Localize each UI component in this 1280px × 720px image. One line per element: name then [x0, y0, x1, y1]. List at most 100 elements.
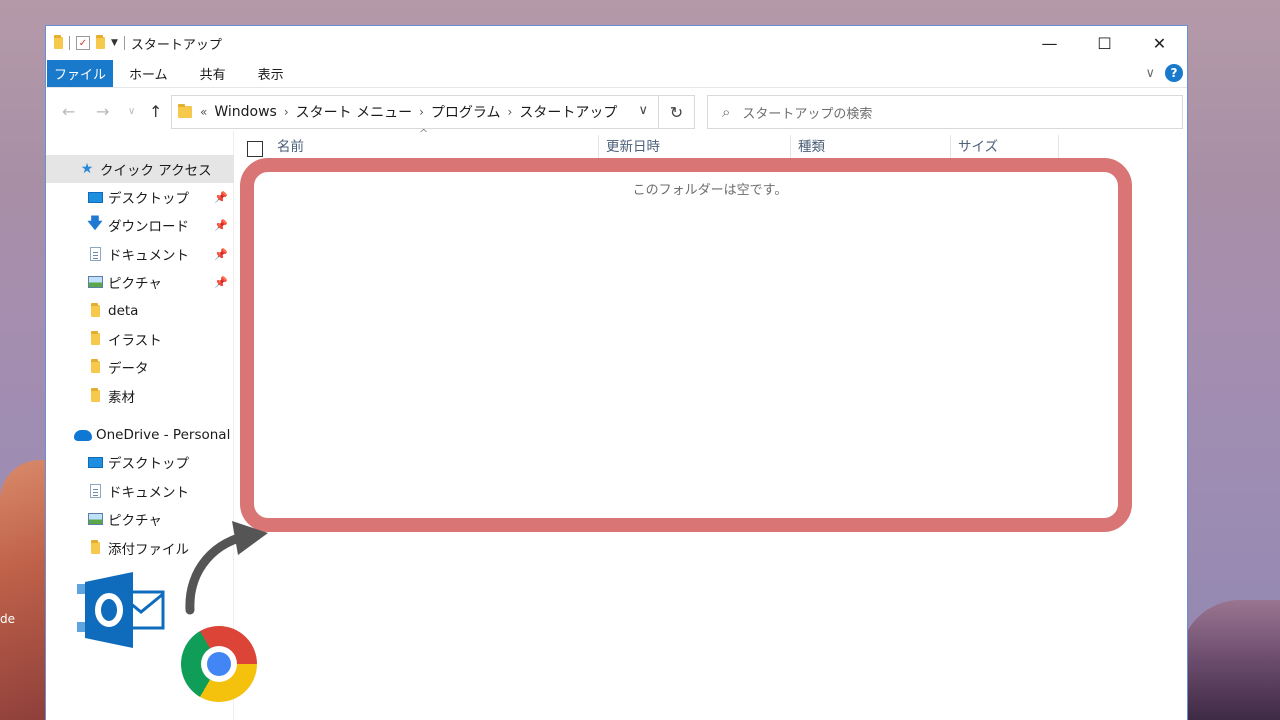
folder-icon — [86, 540, 104, 554]
tab-view[interactable]: 表示 — [242, 60, 300, 87]
close-button[interactable]: ✕ — [1132, 26, 1187, 60]
nav-label: 添付ファイル — [108, 542, 189, 558]
refresh-button[interactable]: ↻ — [659, 95, 695, 129]
picture-icon — [86, 276, 104, 288]
tab-file[interactable]: ファイル — [47, 60, 113, 87]
pin-icon[interactable]: 📌 — [214, 248, 228, 261]
pin-icon[interactable]: 📌 — [214, 219, 228, 232]
address-overflow-icon[interactable]: « — [200, 105, 207, 119]
folder-icon — [178, 104, 192, 118]
nav-item-deta[interactable]: deta — [46, 297, 234, 325]
breadcrumb-start-menu[interactable]: スタート メニュー — [296, 102, 412, 122]
forward-arrow-icon[interactable]: → — [96, 102, 109, 121]
nav-label: デスクトップ — [108, 191, 189, 207]
folder-icon — [86, 331, 104, 345]
star-icon: ★ — [80, 161, 94, 177]
nav-item-pictures[interactable]: ピクチャ 📌 — [46, 268, 234, 296]
select-all-checkbox[interactable] — [247, 141, 263, 157]
column-header-name[interactable]: 名前 — [277, 131, 597, 159]
breadcrumb-windows[interactable]: Windows — [214, 104, 277, 120]
chevron-right-icon[interactable]: › — [419, 105, 424, 119]
ribbon-right-controls: ∨ ? — [1145, 64, 1183, 82]
search-placeholder: スタートアップの検索 — [742, 106, 873, 122]
nav-label: deta — [108, 303, 139, 319]
expand-ribbon-icon[interactable]: ∨ — [1145, 66, 1155, 81]
column-divider[interactable] — [598, 135, 599, 159]
customize-toolbar-icon[interactable]: ▼ — [111, 38, 118, 48]
chevron-right-icon[interactable]: › — [284, 105, 289, 119]
nav-label: 素材 — [108, 390, 135, 406]
ribbon-tabs: ファイル ホーム 共有 表示 ∨ ? — [46, 60, 1187, 88]
column-header-size[interactable]: サイズ — [958, 131, 1058, 159]
nav-label: OneDrive - Personal — [96, 427, 231, 443]
nav-label: ピクチャ — [108, 276, 162, 292]
nav-item-downloads[interactable]: 🡇 ダウンロード 📌 — [46, 211, 234, 239]
window-title: スタートアップ — [130, 37, 222, 53]
minimize-button[interactable]: — — [1022, 26, 1077, 60]
column-divider[interactable] — [790, 135, 791, 159]
desktop-icon-label[interactable]: de — [0, 612, 15, 626]
pin-icon[interactable]: 📌 — [214, 276, 228, 289]
back-arrow-icon[interactable]: ← — [62, 102, 75, 121]
maximize-button[interactable]: ☐ — [1077, 26, 1132, 60]
nav-label: ドキュメント — [108, 248, 189, 264]
nav-label: デスクトップ — [108, 456, 189, 472]
nav-quick-access[interactable]: ★ クイック アクセス — [46, 155, 234, 183]
nav-item-sozai[interactable]: 素材 — [46, 382, 234, 410]
pin-icon[interactable]: 📌 — [214, 191, 228, 204]
nav-label: ダウンロード — [108, 219, 189, 235]
cloud-icon — [74, 429, 92, 441]
nav-onedrive[interactable]: OneDrive - Personal — [46, 421, 234, 449]
search-input[interactable]: ⌕ スタートアップの検索 — [707, 95, 1183, 129]
tab-home[interactable]: ホーム — [113, 60, 184, 87]
address-bar[interactable]: « Windows › スタート メニュー › プログラム › スタートアップ … — [171, 95, 659, 129]
outlook-icon[interactable] — [75, 572, 167, 650]
column-divider[interactable] — [1058, 135, 1059, 159]
desktop-icon — [86, 191, 104, 203]
nav-item-od-desktop[interactable]: デスクトップ — [46, 448, 234, 476]
chrome-icon[interactable] — [181, 626, 257, 702]
folder-icon — [86, 303, 104, 317]
folder-icon — [54, 35, 63, 49]
help-icon[interactable]: ? — [1165, 64, 1183, 82]
refresh-icon: ↻ — [669, 102, 684, 122]
nav-item-desktop[interactable]: デスクトップ 📌 — [46, 183, 234, 211]
curved-arrow-icon — [185, 521, 268, 615]
search-icon: ⌕ — [722, 103, 731, 121]
nav-item-data[interactable]: データ — [46, 353, 234, 381]
highlight-box — [240, 158, 1132, 532]
nav-label: クイック アクセス — [100, 163, 212, 179]
recent-locations-icon[interactable]: ∨ — [128, 106, 135, 117]
breadcrumb-programs[interactable]: プログラム — [431, 102, 501, 122]
desktop-wallpaper-right — [1180, 600, 1280, 720]
nav-label: ピクチャ — [108, 513, 162, 529]
column-header-modified[interactable]: 更新日時 — [606, 131, 786, 159]
document-icon — [86, 247, 104, 261]
properties-icon[interactable]: ✓ — [76, 36, 90, 50]
column-divider[interactable] — [950, 135, 951, 159]
picture-icon — [86, 513, 104, 525]
desktop-icon — [86, 456, 104, 468]
toolbar-divider — [123, 36, 125, 50]
nav-item-illust[interactable]: イラスト — [46, 325, 234, 353]
address-dropdown-icon[interactable]: ∨ — [638, 103, 648, 118]
up-arrow-icon[interactable]: ↑ — [149, 102, 162, 121]
document-icon — [86, 484, 104, 498]
toolbar-divider — [69, 36, 70, 50]
nav-label: ドキュメント — [108, 485, 189, 501]
breadcrumb-startup[interactable]: スタートアップ — [519, 102, 617, 122]
quick-access-toolbar: ✓ ▼ — [54, 35, 125, 50]
nav-item-documents[interactable]: ドキュメント 📌 — [46, 240, 234, 268]
download-icon: 🡇 — [87, 213, 103, 232]
title-bar[interactable]: ✓ ▼ スタートアップ — ☐ ✕ — [46, 26, 1187, 60]
nav-label: イラスト — [108, 333, 162, 349]
tab-share[interactable]: 共有 — [184, 60, 242, 87]
column-header-type[interactable]: 種類 — [798, 131, 948, 159]
window-controls: — ☐ ✕ — [1022, 26, 1187, 60]
folder-icon — [86, 359, 104, 373]
nav-item-od-documents[interactable]: ドキュメント — [46, 477, 234, 505]
folder-icon — [86, 388, 104, 402]
nav-label: データ — [108, 361, 149, 377]
chevron-right-icon[interactable]: › — [508, 105, 513, 119]
new-folder-icon[interactable] — [96, 35, 105, 49]
